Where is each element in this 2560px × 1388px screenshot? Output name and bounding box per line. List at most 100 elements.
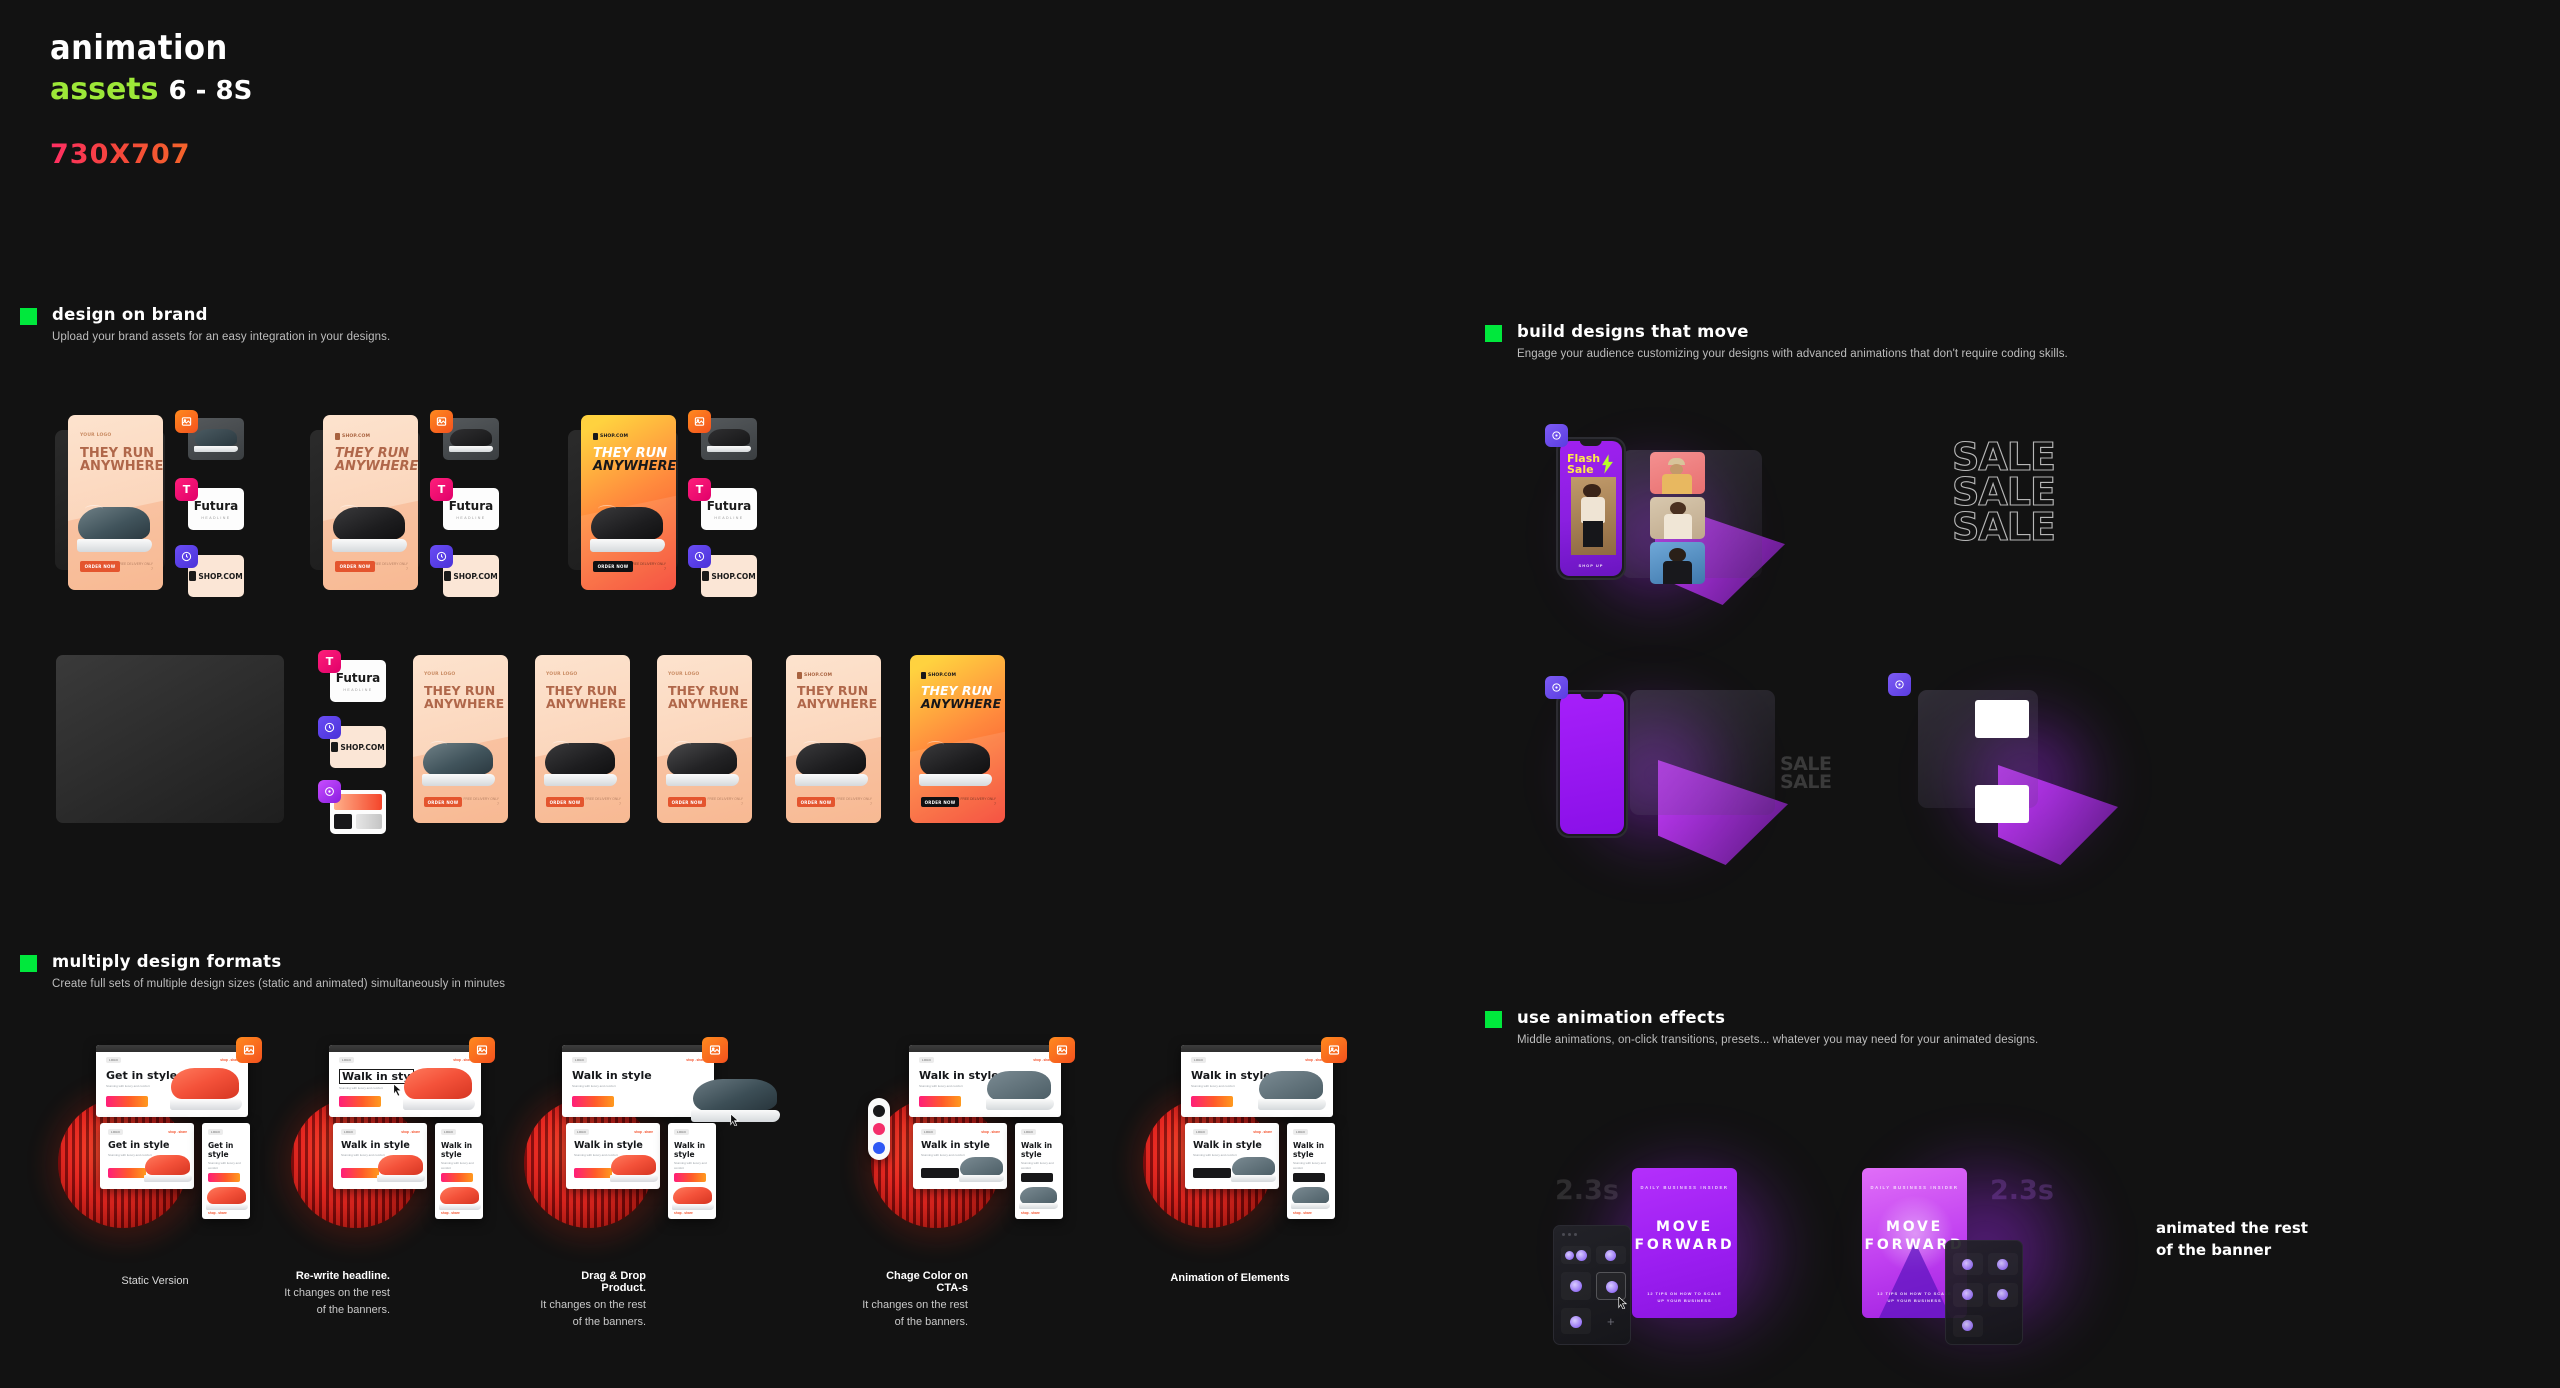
preset-slot-3[interactable] <box>1953 1283 1983 1307</box>
format-banner-3[interactable]: YOUR LOGO THEY RUN ANYWHERE ORDER NOW FR… <box>657 655 752 823</box>
banner-cta-button[interactable] <box>1191 1096 1233 1107</box>
type-asset-icon[interactable]: T <box>688 478 711 501</box>
preset-slot-2[interactable] <box>1596 1246 1626 1264</box>
web-banner-small-1[interactable]: LOGO Get in style Stunning with luxury a… <box>202 1123 250 1219</box>
shop-link[interactable]: shop . share <box>634 1130 653 1134</box>
web-banner-large-4[interactable]: LOGO shop . share Walk in style Stunning… <box>909 1045 1061 1117</box>
shop-link[interactable]: shop . share <box>401 1130 420 1134</box>
brand-banner-variant-3[interactable]: SHOP.COM THEY RUN ANYWHERE ORDER NOW FRE… <box>581 415 676 590</box>
banner-cta-button[interactable] <box>572 1096 614 1107</box>
brand-banner-variant-1[interactable]: YOUR LOGO THEY RUN ANYWHERE ORDER NOW FR… <box>68 415 163 590</box>
shop-link[interactable]: shop . share <box>441 1211 460 1215</box>
settings-asset-icon[interactable] <box>1545 676 1568 699</box>
web-banner-large-2[interactable]: LOGO shop . share Walk in sty Stunning w… <box>329 1045 481 1117</box>
banner-cta-button[interactable] <box>921 1168 959 1178</box>
preset-slot-2[interactable] <box>1988 1253 2018 1275</box>
color-swatch-black[interactable] <box>873 1104 885 1117</box>
white-block-top[interactable] <box>1975 700 2029 738</box>
banner-cta-button[interactable]: ORDER NOW <box>335 561 375 572</box>
logo-asset-icon[interactable] <box>430 545 453 568</box>
banner-cta-button[interactable]: ORDER NOW <box>80 561 120 572</box>
format-banner-2[interactable]: YOUR LOGO THEY RUN ANYWHERE ORDER NOW FR… <box>535 655 630 823</box>
banner-cta-button[interactable] <box>919 1096 961 1107</box>
image-asset-icon[interactable] <box>236 1037 262 1063</box>
phone-cta[interactable]: SHOP UP <box>1560 563 1622 568</box>
shop-link[interactable]: shop . share <box>981 1130 1000 1134</box>
preset-slot-5[interactable] <box>1561 1308 1591 1334</box>
animation-presets-panel[interactable]: + <box>1553 1225 1631 1345</box>
preset-slot-1[interactable] <box>1953 1253 1983 1275</box>
web-banner-large-5[interactable]: LOGO shop . share Walk in style Stunning… <box>1181 1045 1333 1117</box>
photo-thumb-1[interactable] <box>1650 452 1705 494</box>
type-asset-icon[interactable]: T <box>175 478 198 501</box>
banner-cta-button[interactable] <box>341 1168 379 1178</box>
phone-mockup-flash-sale[interactable]: Flash Sale SHOP UP <box>1556 437 1626 580</box>
banner-cta-button[interactable]: ORDER NOW <box>797 797 835 807</box>
preset-slot-4[interactable] <box>1988 1283 2018 1307</box>
color-swatch-blue[interactable] <box>873 1141 885 1154</box>
add-preset-icon[interactable]: + <box>1607 1314 1615 1329</box>
image-asset-icon[interactable] <box>702 1037 728 1063</box>
web-banner-medium-1[interactable]: LOGO shop . share Get in style Stunning … <box>100 1123 194 1189</box>
empty-canvas-placeholder[interactable] <box>56 655 284 823</box>
banner-cta-button[interactable] <box>1021 1173 1053 1182</box>
banner-cta-button[interactable] <box>574 1168 612 1178</box>
shop-link[interactable]: shop . share <box>168 1130 187 1134</box>
shop-link[interactable]: shop . share <box>1253 1130 1272 1134</box>
image-asset-icon[interactable] <box>175 410 198 433</box>
preset-slot-1[interactable] <box>1561 1246 1591 1264</box>
settings-asset-icon[interactable] <box>1888 673 1911 696</box>
image-asset-icon[interactable] <box>1321 1037 1347 1063</box>
logo-asset-icon[interactable] <box>175 545 198 568</box>
image-asset-icon[interactable] <box>1049 1037 1075 1063</box>
photo-thumb-3[interactable] <box>1650 542 1705 584</box>
logo-asset-icon[interactable] <box>318 716 341 739</box>
banner-cta-button[interactable] <box>339 1096 381 1107</box>
palette-asset-icon[interactable] <box>318 780 341 803</box>
web-banner-small-2[interactable]: LOGO Walk in style Stunning with luxury … <box>435 1123 483 1219</box>
banner-cta-button[interactable] <box>674 1173 706 1182</box>
banner-cta-button[interactable] <box>208 1173 240 1182</box>
banner-cta-button[interactable] <box>1193 1168 1231 1178</box>
web-banner-small-3[interactable]: LOGO Walk in style Stunning with luxury … <box>668 1123 716 1219</box>
format-banner-1[interactable]: YOUR LOGO THEY RUN ANYWHERE ORDER NOW FR… <box>413 655 508 823</box>
image-asset-icon[interactable] <box>469 1037 495 1063</box>
phone-mockup-purple[interactable] <box>1556 690 1628 838</box>
banner-cta-button[interactable] <box>441 1173 473 1182</box>
shop-link[interactable]: shop . share <box>208 1211 227 1215</box>
poster-move-forward-1[interactable]: DAILY BUSINESS INSIDER MOVE FORWARD 12 T… <box>1632 1168 1737 1318</box>
banner-cta-button[interactable]: ORDER NOW <box>921 797 959 807</box>
color-picker-panel[interactable] <box>868 1098 890 1160</box>
white-block-bottom[interactable] <box>1975 785 2029 823</box>
banner-cta-button[interactable]: ORDER NOW <box>668 797 706 807</box>
web-banner-medium-2[interactable]: LOGO shop . share Walk in style Stunning… <box>333 1123 427 1189</box>
brand-banner-variant-2[interactable]: SHOP.COM THEY RUN ANYWHERE ORDER NOW FRE… <box>323 415 418 590</box>
banner-cta-button[interactable]: ORDER NOW <box>593 561 633 572</box>
preset-slot-5[interactable] <box>1953 1315 1983 1337</box>
preset-slot-3[interactable] <box>1561 1272 1591 1300</box>
banner-cta-button[interactable] <box>108 1168 146 1178</box>
image-asset-icon[interactable] <box>430 410 453 433</box>
banner-cta-button[interactable]: ORDER NOW <box>546 797 584 807</box>
shop-link[interactable]: shop . share <box>1021 1211 1040 1215</box>
web-banner-small-5[interactable]: LOGO Walk in style Stunning with luxury … <box>1287 1123 1335 1219</box>
format-banner-5[interactable]: SHOP.COM THEY RUN ANYWHERE ORDER NOW FRE… <box>910 655 1005 823</box>
web-banner-large-1[interactable]: LOGO shop . share Get in style Stunning … <box>96 1045 248 1117</box>
logo-asset-icon[interactable] <box>688 545 711 568</box>
web-banner-small-4[interactable]: LOGO Walk in style Stunning with luxury … <box>1015 1123 1063 1219</box>
image-asset-icon[interactable] <box>688 410 711 433</box>
type-asset-icon[interactable]: T <box>318 650 341 673</box>
format-banner-4[interactable]: SHOP.COM THEY RUN ANYWHERE ORDER NOW FRE… <box>786 655 881 823</box>
settings-asset-icon[interactable] <box>1545 424 1568 447</box>
shop-link[interactable]: shop . share <box>674 1211 693 1215</box>
animation-presets-panel-2[interactable] <box>1945 1240 2023 1345</box>
web-banner-medium-4[interactable]: LOGO shop . share Walk in style Stunning… <box>913 1123 1007 1189</box>
photo-thumb-2[interactable] <box>1650 497 1705 539</box>
shop-link[interactable]: shop . share <box>1293 1211 1312 1215</box>
banner-cta-button[interactable] <box>106 1096 148 1107</box>
color-swatch-pink[interactable] <box>873 1123 885 1135</box>
type-asset-icon[interactable]: T <box>430 478 453 501</box>
web-banner-medium-5[interactable]: LOGO shop . share Walk in style Stunning… <box>1185 1123 1279 1189</box>
web-banner-medium-3[interactable]: LOGO shop . share Walk in style Stunning… <box>566 1123 660 1189</box>
banner-cta-button[interactable]: ORDER NOW <box>424 797 462 807</box>
